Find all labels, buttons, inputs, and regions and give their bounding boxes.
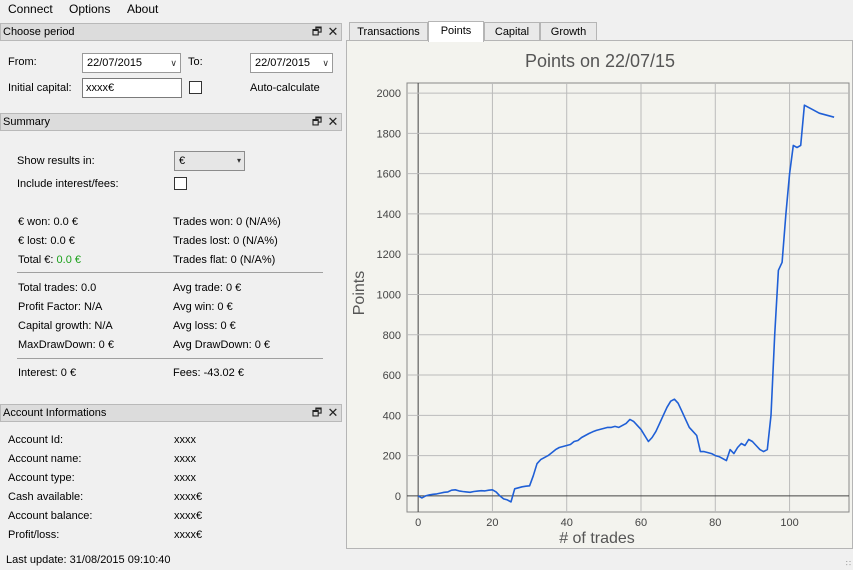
from-date-value: 22/07/2015 <box>87 57 143 69</box>
plot-frame <box>406 82 850 513</box>
x-tick-label: 0 <box>415 517 421 529</box>
float-icon[interactable]: 🗗 <box>311 115 323 129</box>
capital-growth: Capital growth: N/A <box>18 320 113 332</box>
account-balance-value: xxxx€ <box>174 510 203 522</box>
y-tick-label: 2000 <box>377 88 401 100</box>
y-tick-label: 400 <box>383 410 401 422</box>
tab-capital[interactable]: Capital <box>484 22 540 41</box>
to-date-value: 22/07/2015 <box>255 57 311 69</box>
avg-loss: Avg loss: 0 € <box>173 320 236 332</box>
fees: Fees: -43.02 € <box>173 367 244 379</box>
avg-trade: Avg trade: 0 € <box>173 282 242 294</box>
chart-xlabel: # of trades <box>559 530 635 547</box>
to-label: To: <box>188 56 203 68</box>
summary-title-bar: Summary 🗗 ✕ <box>0 113 342 131</box>
dropdown-arrow-icon: ∨ <box>322 58 329 68</box>
menu-about[interactable]: About <box>127 2 158 16</box>
include-interest-label: Include interest/fees: <box>17 178 119 190</box>
interest: Interest: 0 € <box>18 367 77 379</box>
x-tick-label: 100 <box>780 517 798 529</box>
close-icon[interactable]: ✕ <box>327 115 339 129</box>
max-drawdown: MaxDrawDown: 0 € <box>18 339 114 351</box>
choose-period-title-bar: Choose period 🗗 ✕ <box>0 23 342 41</box>
y-tick-label: 800 <box>383 330 401 342</box>
account-id-label: Account Id: <box>8 434 64 446</box>
account-title-bar: Account Informations 🗗 ✕ <box>0 404 342 422</box>
cash-available-label: Cash available: <box>8 491 84 503</box>
show-results-combo[interactable]: € ▾ <box>174 151 245 171</box>
account-title: Account Informations <box>3 407 107 419</box>
total-amount: 0.0 € <box>56 254 81 266</box>
y-tick-label: 1400 <box>377 209 401 221</box>
float-icon[interactable]: 🗗 <box>311 25 323 39</box>
summary-title: Summary <box>3 116 51 128</box>
tab-growth[interactable]: Growth <box>540 22 597 41</box>
initial-capital-input[interactable]: xxxx€ <box>82 78 182 98</box>
show-results-value: € <box>179 155 186 167</box>
profit-loss-label: Profit/loss: <box>8 529 60 541</box>
y-tick-label: 600 <box>383 370 401 382</box>
dropdown-arrow-icon: ▾ <box>236 156 241 165</box>
show-results-label: Show results in: <box>17 155 95 167</box>
y-tick-label: 1600 <box>377 169 401 181</box>
total-value: Total €: 0.0 € <box>18 254 81 266</box>
cash-available-value: xxxx€ <box>174 491 203 503</box>
won-value: € won: 0.0 € <box>18 216 78 228</box>
x-tick-label: 80 <box>709 517 721 529</box>
total-trades: Total trades: 0.0 <box>18 282 97 294</box>
points-tab-panel: Points on 22/07/15 # of trades Points 0 2… <box>346 40 853 549</box>
account-id-value: xxxx <box>174 434 196 446</box>
menu-bar: Connect Options About <box>0 0 853 20</box>
avg-win: Avg win: 0 € <box>173 301 233 313</box>
size-grip-icon[interactable]: ∷ <box>846 559 851 568</box>
chart-plot-area: 0 20 40 60 80 1000200400600800100012001400160… <box>377 82 850 529</box>
tab-points[interactable]: Points <box>428 21 484 42</box>
avg-drawdown: Avg DrawDown: 0 € <box>173 339 271 351</box>
y-tick-label: 200 <box>383 451 401 463</box>
trades-won: Trades won: 0 (N/A%) <box>173 216 281 228</box>
include-interest-checkbox[interactable] <box>174 177 187 190</box>
float-icon[interactable]: 🗗 <box>311 406 323 420</box>
from-label: From: <box>8 56 37 68</box>
summary-divider-1 <box>17 272 323 273</box>
dropdown-arrow-icon: ∨ <box>170 58 177 68</box>
close-icon[interactable]: ✕ <box>327 406 339 420</box>
summary-divider-2 <box>17 358 323 359</box>
choose-period-title: Choose period <box>3 26 75 38</box>
y-tick-label: 1000 <box>377 289 401 301</box>
y-tick-label: 0 <box>395 491 401 503</box>
account-type-label: Account type: <box>8 472 75 484</box>
x-tick-label: 40 <box>561 517 573 529</box>
y-tick-label: 1200 <box>377 249 401 261</box>
tab-transactions[interactable]: Transactions <box>349 22 428 41</box>
account-type-value: xxxx <box>174 472 196 484</box>
to-date-combo[interactable]: 22/07/2015 ∨ <box>250 53 333 73</box>
chart-ylabel: Points <box>351 271 368 315</box>
profit-factor: Profit Factor: N/A <box>18 301 103 313</box>
y-tick-label: 1800 <box>377 128 401 140</box>
from-date-combo[interactable]: 22/07/2015 ∨ <box>82 53 181 73</box>
chart-title: Points on 22/07/15 <box>525 51 675 71</box>
menu-options[interactable]: Options <box>69 2 110 16</box>
menu-connect[interactable]: Connect <box>8 2 53 16</box>
profit-loss-value: xxxx€ <box>174 529 203 541</box>
x-tick-label: 20 <box>486 517 498 529</box>
account-name-label: Account name: <box>8 453 82 465</box>
account-balance-label: Account balance: <box>8 510 93 522</box>
trades-lost: Trades lost: 0 (N/A%) <box>173 235 278 247</box>
last-update-status: Last update: 31/08/2015 09:10:40 <box>6 554 171 566</box>
initial-capital-checkbox[interactable] <box>189 81 202 94</box>
account-name-value: xxxx <box>174 453 196 465</box>
total-prefix: Total €: <box>18 254 57 266</box>
initial-capital-label: Initial capital: <box>8 82 72 94</box>
points-chart: Points on 22/07/15 # of trades Points 0 2… <box>347 41 852 548</box>
trades-flat: Trades flat: 0 (N/A%) <box>173 254 276 266</box>
close-icon[interactable]: ✕ <box>327 25 339 39</box>
auto-calculate-label: Auto-calculate <box>250 82 320 94</box>
x-tick-label: 60 <box>635 517 647 529</box>
lost-value: € lost: 0.0 € <box>18 235 75 247</box>
